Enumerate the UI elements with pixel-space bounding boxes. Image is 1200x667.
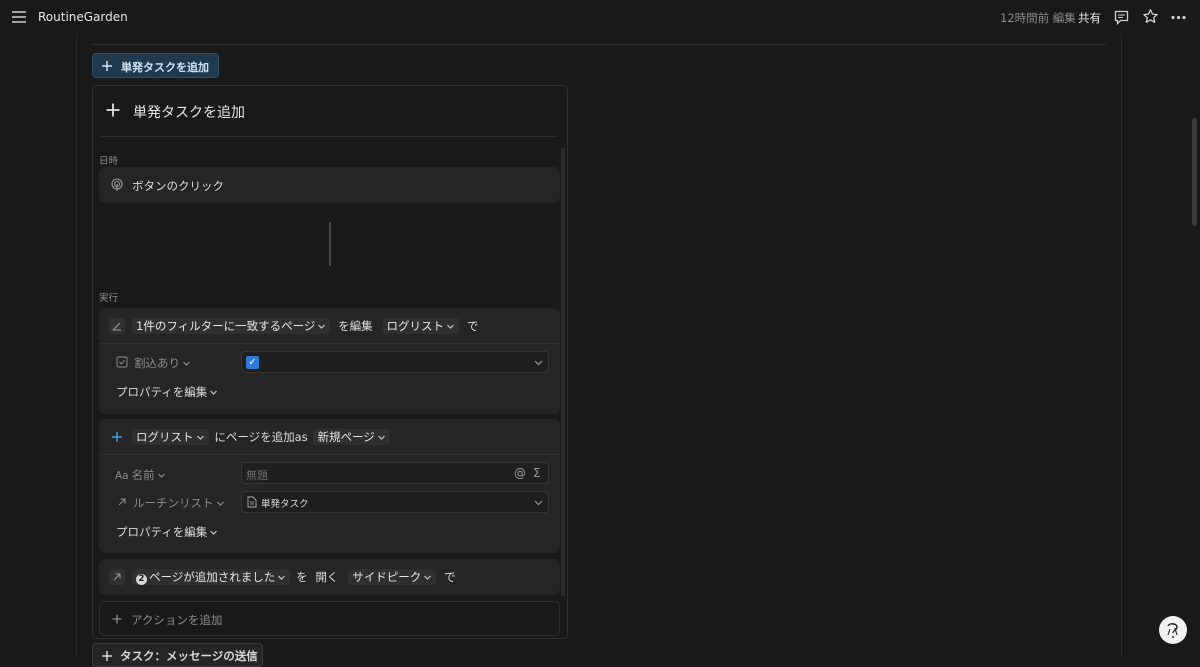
chevron-down-icon bbox=[196, 433, 205, 442]
page-type-label: 新規ページ bbox=[317, 430, 375, 444]
open-mode-dropdown[interactable]: サイドピーク bbox=[348, 569, 437, 585]
filter-target-dropdown[interactable]: 1件のフィルターに一致するページ bbox=[132, 318, 331, 334]
plus-icon bbox=[112, 614, 122, 624]
name-property-selector[interactable]: Aa 名前 bbox=[115, 467, 166, 483]
menu-icon[interactable] bbox=[10, 8, 28, 26]
database-label: ログリスト bbox=[386, 319, 445, 333]
chevron-down-icon bbox=[377, 433, 386, 442]
relation-property-selector[interactable]: ルーチンリスト bbox=[133, 495, 225, 511]
more-icon[interactable] bbox=[1170, 9, 1187, 26]
send-message-task-button[interactable]: タスク：メッセージの送信 bbox=[92, 643, 263, 667]
chevron-down-icon bbox=[446, 322, 455, 331]
chevron-down-icon[interactable] bbox=[533, 497, 544, 508]
button-label: 単発タスクを追加 bbox=[121, 61, 209, 74]
name-placeholder: 無題 bbox=[246, 469, 268, 482]
mention-icon[interactable]: @ bbox=[514, 466, 526, 480]
edit-properties-button[interactable]: プロパティを編集 bbox=[116, 524, 218, 540]
arrow-up-right-icon bbox=[116, 496, 128, 508]
plus-icon bbox=[101, 60, 113, 72]
checkbox-value-field[interactable] bbox=[241, 351, 549, 373]
trigger-value: ボタンのクリック bbox=[132, 179, 224, 193]
flow-connector bbox=[329, 222, 331, 266]
divider bbox=[101, 136, 558, 137]
property-name: 割込あり bbox=[134, 356, 180, 370]
checkbox-icon bbox=[116, 356, 128, 368]
share-button[interactable]: 共有 bbox=[1078, 10, 1101, 26]
comment-icon[interactable] bbox=[1113, 9, 1130, 26]
chevron-down-icon bbox=[317, 322, 326, 331]
page-scrollbar[interactable] bbox=[1192, 118, 1197, 226]
open-mode-label: サイドピーク bbox=[352, 570, 422, 584]
plus-icon bbox=[109, 429, 125, 445]
edit-icon bbox=[109, 318, 125, 334]
relation-value: 単発タスク bbox=[261, 499, 309, 510]
edit-properties-button[interactable]: プロパティを編集 bbox=[116, 384, 218, 400]
left-rail bbox=[76, 34, 77, 657]
actions-section-label: 実行 bbox=[99, 293, 119, 304]
chevron-down-icon bbox=[182, 359, 191, 368]
property-selector[interactable]: 割込あり bbox=[134, 355, 191, 371]
divider bbox=[99, 454, 560, 455]
property-name: ルーチンリスト bbox=[133, 496, 214, 510]
property-name: 名前 bbox=[131, 468, 155, 482]
action-suffix: で bbox=[444, 570, 456, 584]
action-verb: を編集 bbox=[338, 319, 373, 333]
star-icon[interactable] bbox=[1142, 8, 1159, 25]
help-icon[interactable] bbox=[1159, 616, 1187, 644]
step-number-badge: 2 bbox=[136, 574, 147, 585]
formula-icon[interactable]: Σ bbox=[533, 466, 541, 480]
database-dropdown[interactable]: ログリスト bbox=[132, 429, 209, 445]
checkbox-checked[interactable]: ✓ bbox=[246, 356, 259, 369]
chevron-down-icon bbox=[277, 573, 286, 582]
chevron-down-icon bbox=[423, 573, 432, 582]
edit-properties-label: プロパティを編集 bbox=[116, 525, 208, 539]
name-input[interactable] bbox=[241, 462, 549, 484]
chevron-down-icon[interactable] bbox=[533, 357, 544, 368]
touch-icon bbox=[110, 178, 124, 192]
database-label: ログリスト bbox=[136, 430, 194, 444]
app-title: RoutineGarden bbox=[38, 10, 128, 24]
arrow-up-right-icon bbox=[109, 569, 125, 585]
database-dropdown[interactable]: ログリスト bbox=[382, 318, 460, 334]
trigger-section-label: 日時 bbox=[99, 156, 119, 167]
chevron-down-icon bbox=[209, 528, 218, 537]
particle-text: を bbox=[296, 570, 308, 584]
button-label: タスク：メッセージの送信 bbox=[120, 649, 258, 663]
text-type-icon: Aa bbox=[115, 470, 129, 482]
chevron-down-icon bbox=[209, 388, 218, 397]
add-single-task-button[interactable]: 単発タスクを追加 bbox=[92, 53, 219, 78]
event-dropdown[interactable]: 2 ページが追加されました bbox=[132, 569, 291, 585]
action-verb: 開く bbox=[315, 570, 339, 584]
last-edited-text: 12時間前 編集 bbox=[1000, 11, 1076, 25]
filter-target-label: 1件のフィルターに一致するページ bbox=[136, 319, 316, 333]
divider bbox=[99, 343, 560, 344]
plus-icon bbox=[101, 650, 113, 662]
page-type-dropdown[interactable]: 新規ページ bbox=[313, 429, 390, 445]
chevron-down-icon bbox=[216, 499, 225, 508]
action-verb: にページを追加as bbox=[214, 430, 308, 444]
add-action-label: アクションを追加 bbox=[131, 613, 223, 627]
right-rail bbox=[1121, 34, 1122, 657]
panel-title[interactable]: 単発タスクを追加 bbox=[133, 102, 245, 122]
chevron-down-icon bbox=[157, 471, 166, 480]
plus-icon bbox=[105, 102, 121, 118]
action-suffix: で bbox=[466, 319, 479, 333]
panel-scrollbar[interactable] bbox=[561, 148, 565, 596]
page-icon bbox=[247, 496, 257, 508]
event-label: ページが追加されました bbox=[149, 570, 276, 584]
edit-properties-label: プロパティを編集 bbox=[116, 385, 208, 399]
divider bbox=[92, 44, 1106, 45]
